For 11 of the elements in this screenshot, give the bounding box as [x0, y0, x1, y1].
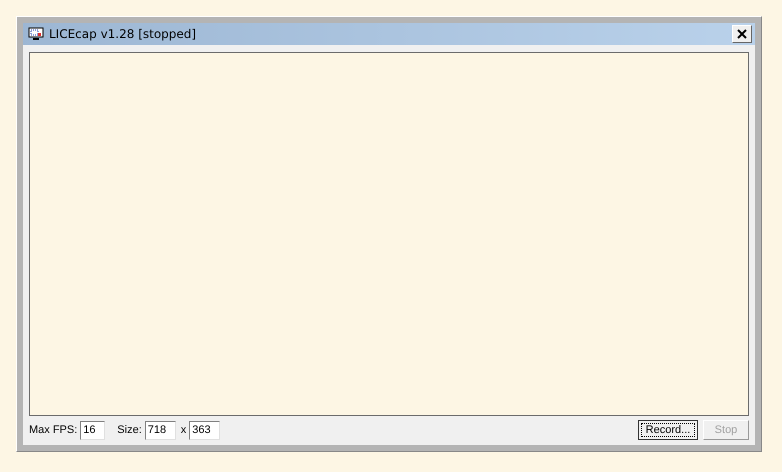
monitor-icon [28, 27, 44, 41]
fps-label: Max FPS: [29, 424, 78, 436]
close-button[interactable] [732, 25, 752, 43]
times-label: x [180, 424, 186, 436]
width-field[interactable]: 718 [144, 420, 176, 440]
record-button[interactable]: Record... [638, 420, 698, 440]
window-title: LICEcap v1.28 [stopped] [49, 27, 198, 41]
close-icon [737, 29, 747, 39]
size-label: Size: [117, 424, 142, 436]
fps-field[interactable]: 16 [80, 420, 106, 440]
height-field[interactable]: 363 [189, 420, 220, 440]
